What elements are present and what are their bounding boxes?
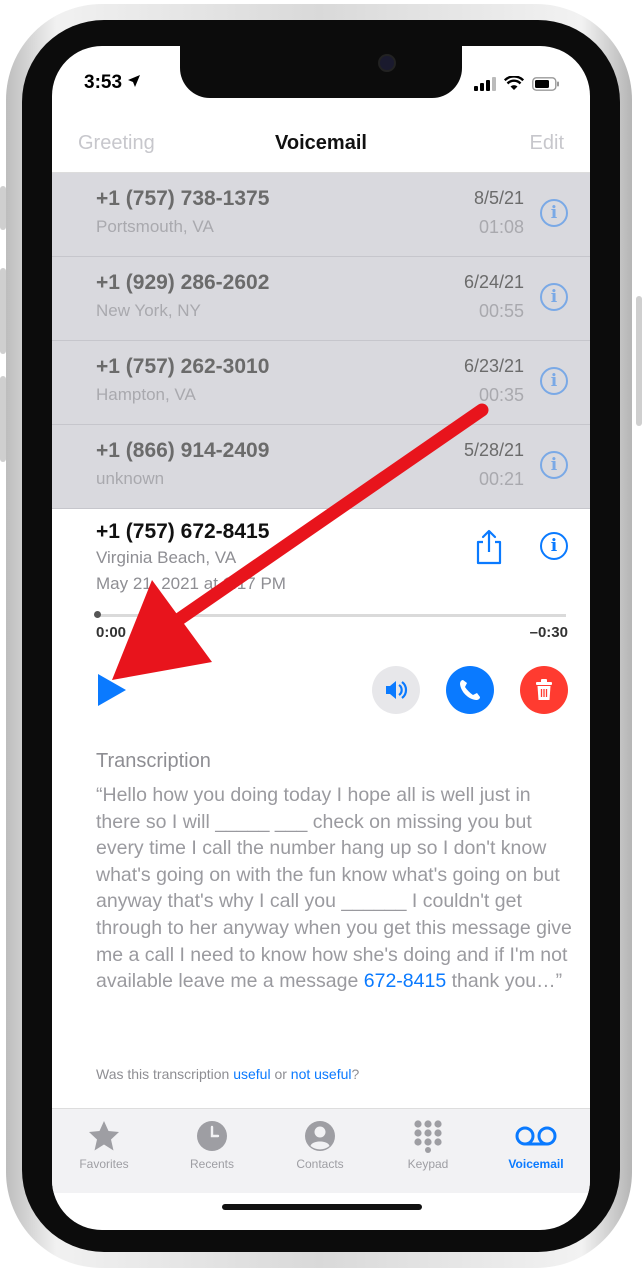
annotation-arrow [112, 403, 489, 680]
phone-frame: 3:53 Greeting Voicemail Edit +1 (757) 73… [0, 0, 642, 1274]
